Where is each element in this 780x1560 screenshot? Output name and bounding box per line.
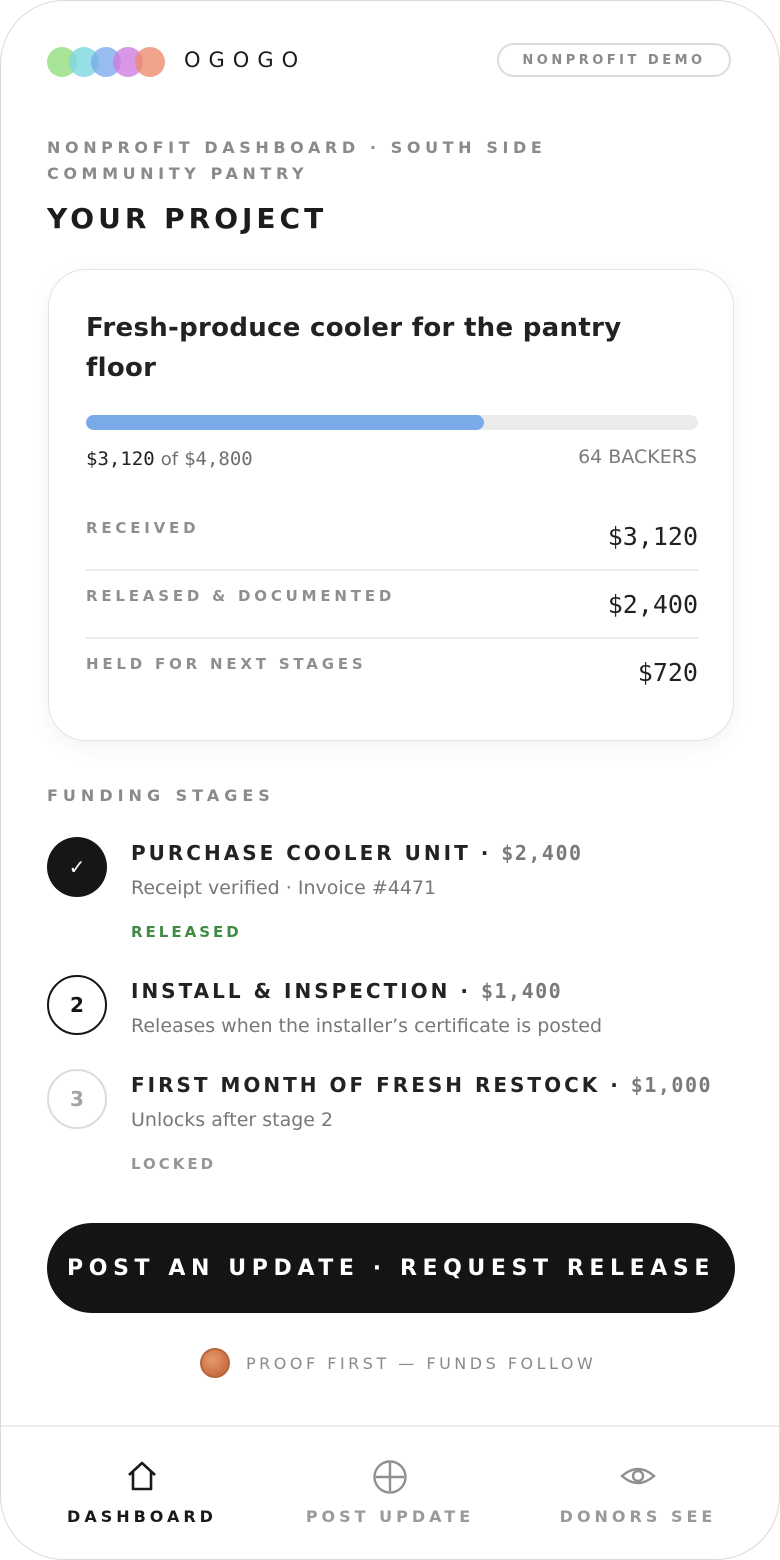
stage-name: INSTALL & INSPECTION <box>131 979 451 1003</box>
ledger-value: $3,120 <box>607 522 698 551</box>
nav-label: DONORS SEE <box>559 1507 717 1526</box>
home-icon <box>128 1461 156 1491</box>
bottom-nav: DASHBOARD POST UPDATE DONORS SEE <box>1 1425 779 1559</box>
ledger-value: $720 <box>637 658 698 687</box>
stage-description: Releases when the installer’s certificat… <box>131 1015 603 1037</box>
post-update-request-release-button[interactable]: POST AN UPDATE · REQUEST RELEASE <box>47 1223 735 1313</box>
stage-separator: · <box>450 979 481 1003</box>
progress-bar <box>86 415 698 430</box>
ledger-label: RECEIVED <box>86 519 200 537</box>
stage-separator: · <box>600 1073 631 1097</box>
brand-name: OGOGO <box>184 48 307 72</box>
stage-name: FIRST MONTH OF FRESH RESTOCK <box>131 1073 601 1097</box>
backers-count: 64 BACKERS <box>578 446 697 468</box>
stage-status: LOCKED <box>131 1155 217 1173</box>
project-card: Fresh-produce cooler for the pantry floo… <box>48 269 734 741</box>
ledger-value: $2,400 <box>607 590 698 619</box>
ledger-row-held: HELD FOR NEXT STAGES $720 <box>86 644 698 712</box>
stage-description: Unlocks after stage 2 <box>131 1109 334 1131</box>
stage-amount: $1,000 <box>630 1073 713 1097</box>
logo <box>47 47 167 77</box>
raised-summary: $3,120 of $4,800 <box>86 448 253 470</box>
logo-dot <box>135 47 165 77</box>
stage-title: INSTALL & INSPECTION · $1,400 <box>131 979 562 1003</box>
coin-icon <box>200 1348 230 1378</box>
progress-fill <box>86 415 484 430</box>
proof-text: PROOF FIRST — FUNDS FOLLOW <box>246 1353 597 1373</box>
raised-amount: $3,120 <box>86 448 155 470</box>
stage-amount: $2,400 <box>501 841 583 865</box>
ledger-row-received: RECEIVED $3,120 <box>86 508 698 576</box>
of-label: of <box>160 449 179 470</box>
stage-number: 3 <box>47 1069 107 1129</box>
demo-badge[interactable]: NONPROFIT DEMO <box>497 43 731 77</box>
app-frame: OGOGO NONPROFIT DEMO NONPROFIT DASHBOARD… <box>0 0 780 1560</box>
divider <box>86 569 698 571</box>
stage-number: 2 <box>47 975 107 1035</box>
page-title: YOUR PROJECT <box>47 202 328 235</box>
funding-stages-heading: FUNDING STAGES <box>47 786 275 805</box>
stage-title: FIRST MONTH OF FRESH RESTOCK · $1,000 <box>131 1073 712 1097</box>
ledger-label: RELEASED & DOCUMENTED <box>86 587 396 605</box>
nav-item-donors-see[interactable]: DONORS SEE <box>508 1427 768 1559</box>
ledger-row-released: RELEASED & DOCUMENTED $2,400 <box>86 576 698 644</box>
stage-title: PURCHASE COOLER UNIT · $2,400 <box>131 841 583 865</box>
divider <box>86 637 698 639</box>
breadcrumb: NONPROFIT DASHBOARD · SOUTH SIDE COMMUNI… <box>47 138 547 183</box>
goal-amount: $4,800 <box>184 448 253 470</box>
check-icon: ✓ <box>47 837 107 897</box>
stage-status: RELEASED <box>131 923 242 941</box>
eye-icon <box>620 1467 656 1485</box>
stage-description: Receipt verified · Invoice #4471 <box>131 877 437 899</box>
nav-item-post-update[interactable]: POST UPDATE <box>260 1427 520 1559</box>
stage-name: PURCHASE COOLER UNIT <box>131 841 471 865</box>
ledger-label: HELD FOR NEXT STAGES <box>86 655 367 673</box>
stage-separator: · <box>470 841 502 865</box>
stage-amount: $1,400 <box>480 979 563 1003</box>
nav-label: DASHBOARD <box>67 1507 217 1526</box>
plus-circle-icon <box>373 1460 407 1494</box>
project-title: Fresh-produce cooler for the pantry floo… <box>86 313 622 383</box>
proof-note: PROOF FIRST — FUNDS FOLLOW <box>200 1347 596 1379</box>
nav-item-dashboard[interactable]: DASHBOARD <box>12 1427 272 1559</box>
nav-label: POST UPDATE <box>305 1507 475 1526</box>
